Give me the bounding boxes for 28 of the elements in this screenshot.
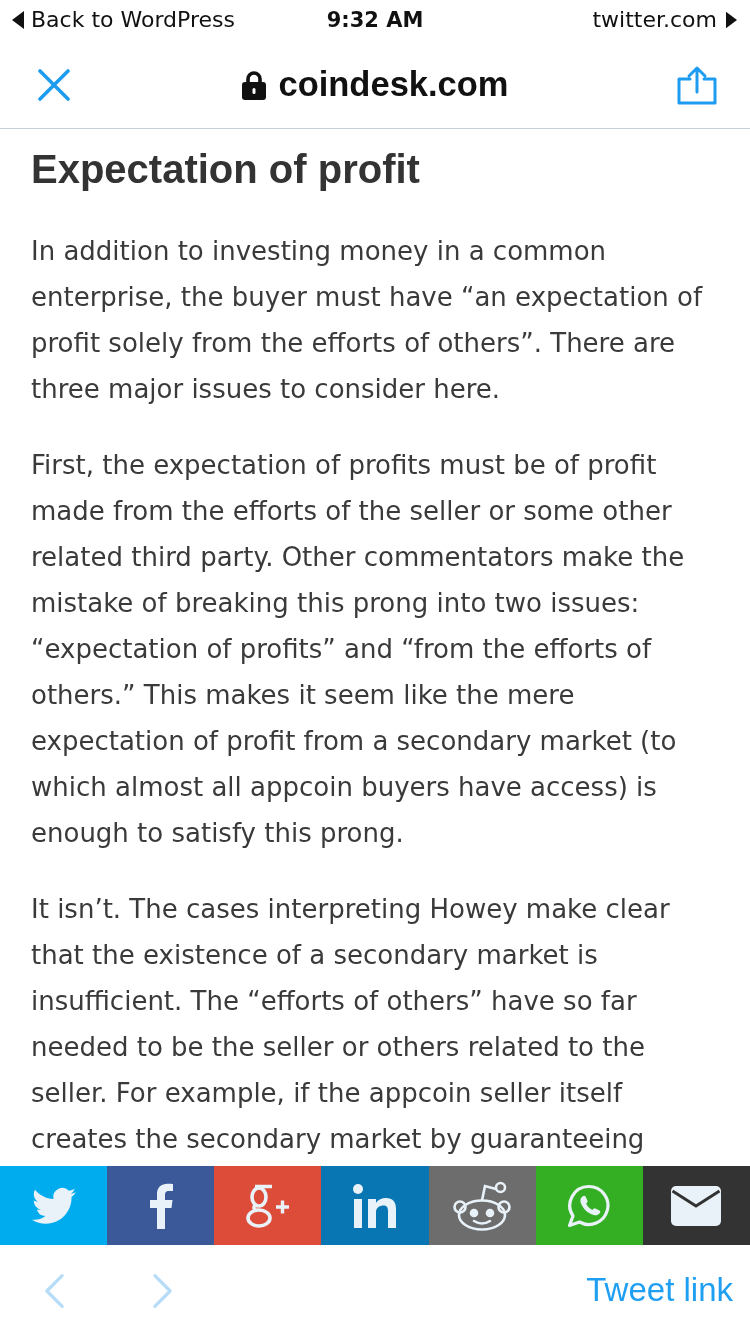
facebook-share-button[interactable] (107, 1166, 215, 1245)
envelope-icon (671, 1185, 722, 1226)
linkedin-share-button[interactable] (321, 1166, 429, 1245)
reddit-alien-icon (452, 1180, 513, 1231)
share-icon (676, 65, 718, 105)
article-paragraph: First, the expectation of profits must be of profit made from the efforts of the seller or some other related third party. Other commentators make the mistake of breaking this prong into two issues: “expectation of profits” and “from the efforts of others.” This makes it seem like the mere expectation of profit from a secondary market (to which almost all appcoin buyers have access) is enough to satisfy this prong. (31, 449, 686, 850)
twitter-bird-icon (31, 1187, 76, 1224)
share-button[interactable] (676, 65, 718, 105)
close-button[interactable] (38, 69, 70, 101)
email-share-button[interactable] (642, 1166, 750, 1245)
linkedin-icon (353, 1183, 397, 1228)
chevron-left-icon (44, 1272, 65, 1309)
facebook-icon (148, 1182, 173, 1229)
article-heading: Expectation of profit (31, 146, 421, 193)
article-paragraph: It isn’t. The cases interpreting Howey make clear that the existence of a secondary market is insufficient. The “efforts of others” have so far needed to be the seller or others related to the seller. For example, if the appcoin seller itself creates the secondary market by guaranteeing (31, 893, 671, 1156)
status-time: 9:32 AM (326, 7, 424, 33)
article-paragraph: In addition to investing money in a common enterprise, the buyer must have “an expectation of profit solely from the efforts of others”. There are three major issues to consider here. (31, 235, 704, 406)
google-plus-share-button[interactable] (214, 1166, 322, 1245)
whatsapp-icon (567, 1183, 612, 1228)
triangle-left-icon (12, 11, 24, 29)
close-icon (38, 69, 70, 101)
site-domain: coindesk.com (278, 64, 509, 104)
chevron-right-icon (152, 1272, 173, 1309)
reddit-share-button[interactable] (428, 1166, 536, 1245)
forward-to-app-link[interactable]: twitter.com (592, 7, 737, 33)
google-plus-icon (244, 1182, 291, 1229)
triangle-right-icon (726, 11, 737, 29)
back-to-app-link[interactable]: Back to WordPress (12, 7, 235, 33)
